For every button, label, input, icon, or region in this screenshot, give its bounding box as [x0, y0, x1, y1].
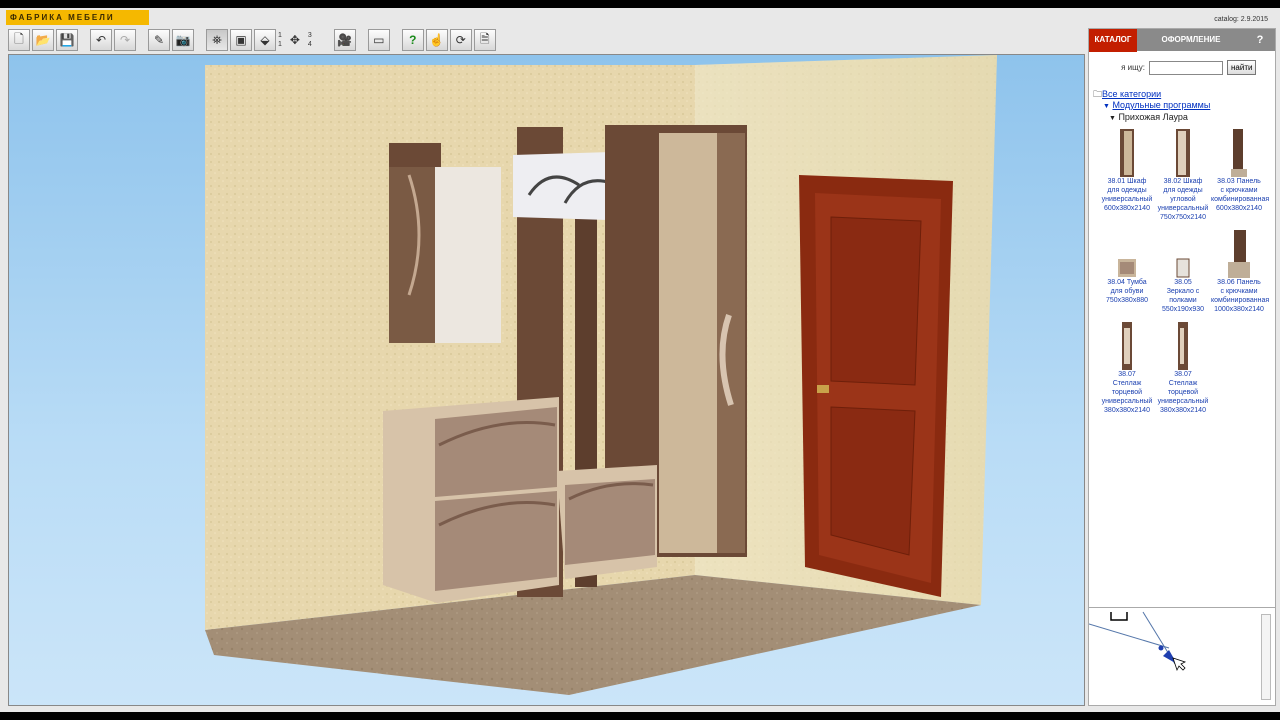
tree-link-all[interactable]: Все категории: [1102, 89, 1161, 99]
catalog-panel: КАТАЛОГ ОФОРМЛЕНИЕ ? я ищу: найти 🗀Все к…: [1088, 28, 1276, 706]
hanger-panel-icon: [1228, 230, 1250, 278]
triangle-down-icon: ▼: [1109, 115, 1116, 122]
camera-icon[interactable]: 📷: [172, 29, 194, 51]
search-input[interactable]: [1149, 60, 1223, 75]
catalog-version: catalog: 2.9.2015: [1214, 16, 1268, 23]
view-numbers[interactable]: 11: [278, 31, 282, 49]
shoe-cabinet: [557, 465, 657, 579]
open-folder-icon[interactable]: 📂: [32, 29, 54, 51]
panel-tabs: КАТАЛОГ ОФОРМЛЕНИЕ ?: [1089, 29, 1275, 52]
view-top-icon[interactable]: ▣: [230, 29, 252, 51]
new-doc-icon[interactable]: 🗋: [8, 29, 30, 51]
redo-icon[interactable]: ↷: [114, 29, 136, 51]
plan-scrollbar[interactable]: [1261, 614, 1271, 700]
undo-icon[interactable]: ↶: [90, 29, 112, 51]
shoe-cabinet-icon: [1118, 259, 1136, 277]
app-window: ФАБРИКА МЕБЕЛИ catalog: 2.9.2015 🗋 📂 💾 ↶…: [0, 8, 1280, 712]
shelf-icon: [1178, 322, 1188, 370]
product-item[interactable]: 38.05 Зеркало с полками 550x190x930: [1155, 226, 1211, 314]
category-tree: 🗀Все категории ▼ Модульные программы ▼ П…: [1093, 89, 1210, 124]
plan-drawing: [1089, 611, 1187, 672]
product-item[interactable]: 38.07 Стеллаж торцевой универсальный 380x380…: [1155, 318, 1211, 415]
brand-logo: ФАБРИКА МЕБЕЛИ: [6, 10, 149, 25]
tree-link-modular[interactable]: Модульные программы: [1112, 100, 1210, 110]
product-item[interactable]: 38.07 Стеллаж торцевой универсальный 380x380…: [1099, 318, 1155, 415]
folder-icon: 🗀: [1093, 89, 1103, 99]
product-item[interactable]: 38.01 Шкаф для одежды универсальный 600x380…: [1099, 125, 1155, 222]
product-item[interactable]: 38.06 Панель с крючками комбинированная 100…: [1211, 226, 1269, 314]
room-scene: [205, 55, 997, 695]
hand-icon[interactable]: ☝: [425, 29, 448, 51]
save-icon[interactable]: 💾: [56, 29, 78, 51]
3d-viewport[interactable]: [8, 54, 1085, 706]
move-camera-icon[interactable]: ✥: [284, 29, 306, 51]
tree-item-modular[interactable]: ▼ Модульные программы: [1093, 100, 1210, 112]
hanger-panel-icon: [1231, 129, 1247, 177]
tree-item-all[interactable]: 🗀Все категории: [1093, 89, 1210, 100]
tab-catalog[interactable]: КАТАЛОГ: [1089, 29, 1137, 52]
product-item[interactable]: 38.02 Шкаф для одежды угловой универсальный…: [1155, 125, 1211, 222]
tab-help[interactable]: ?: [1245, 29, 1275, 51]
floor-plan-view[interactable]: [1089, 607, 1275, 704]
chest-of-drawers: [383, 397, 559, 603]
product-item[interactable]: 38.04 Тумба для обуви 750x380x880: [1099, 226, 1155, 314]
tree-item-collection[interactable]: ▼ Прихожая Лаура: [1093, 112, 1210, 124]
search-row: я ищу: найти: [1089, 60, 1275, 75]
rotate-icon[interactable]: ⟳: [449, 29, 472, 51]
wardrobe-icon: [1176, 129, 1190, 177]
search-button[interactable]: найти: [1227, 60, 1257, 75]
door: [799, 175, 953, 597]
wardrobe-icon: [1120, 129, 1134, 177]
product-item[interactable]: 38.03 Панель с крючками комбинированная 600…: [1211, 125, 1269, 222]
mirror-cabinet: [389, 143, 501, 343]
search-label: я ищу:: [1121, 63, 1145, 72]
help-icon[interactable]: ?: [401, 29, 424, 51]
tab-design[interactable]: ОФОРМЛЕНИЕ: [1137, 29, 1245, 51]
cursor-icon: [1172, 657, 1187, 672]
edit-icon[interactable]: ✎: [148, 29, 170, 51]
page-icon[interactable]: 🗎: [473, 29, 496, 51]
shelf-icon: [1122, 322, 1132, 370]
video-camera-icon[interactable]: 🎥: [333, 29, 356, 51]
view-3d-icon[interactable]: ⬙: [254, 29, 276, 51]
view-front-icon[interactable]: ⛯: [206, 29, 228, 51]
product-grid: 38.01 Шкаф для одежды универсальный 600x380…: [1099, 125, 1269, 415]
view-numbers-2[interactable]: 34: [308, 31, 312, 49]
triangle-down-icon: ▼: [1103, 103, 1110, 110]
mirror-icon: [1176, 258, 1190, 278]
wall-view-icon[interactable]: ▭: [367, 29, 390, 51]
main-toolbar: 🗋 📂 💾 ↶ ↷ ✎ 📷 ⛯ ▣ ⬙ 11 ✥ 34 🎥 ▭ ? ☝ ⟳ 🗎: [8, 28, 496, 52]
